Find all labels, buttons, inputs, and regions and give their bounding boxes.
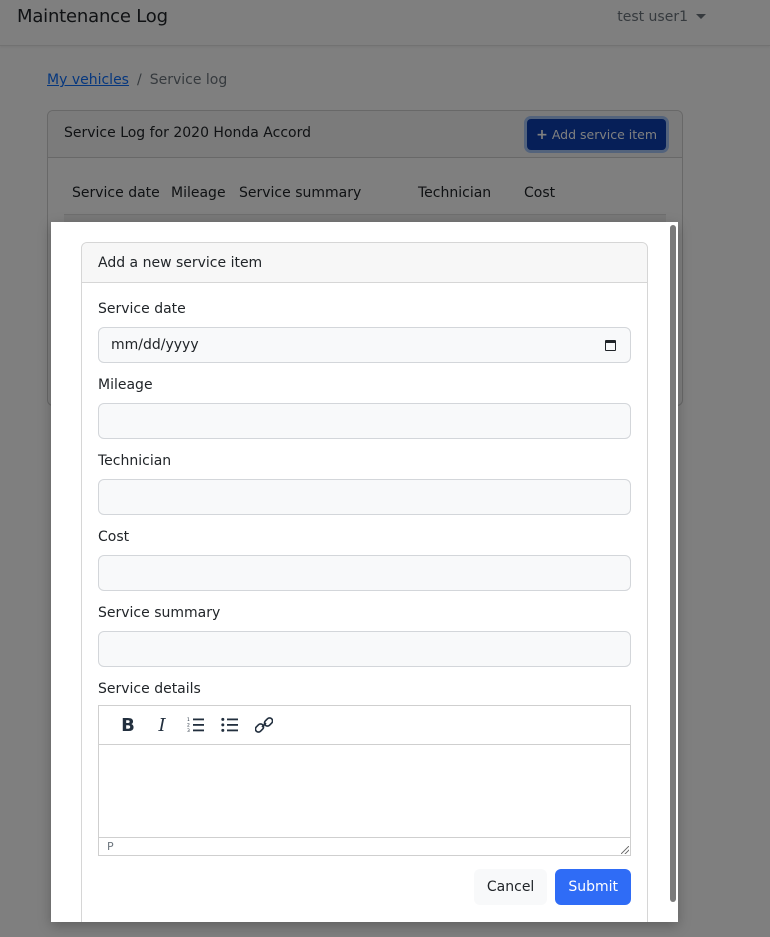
service-date-placeholder: mm/dd/yyyy: [111, 337, 199, 353]
resize-handle-icon[interactable]: [621, 846, 629, 854]
bold-icon: B: [121, 714, 135, 736]
cost-input[interactable]: [98, 555, 631, 591]
technician-label: Technician: [98, 453, 172, 469]
italic-button[interactable]: I: [145, 710, 179, 740]
mileage-input[interactable]: [98, 403, 631, 439]
add-service-item-form: Add a new service item Service date mm/d…: [81, 242, 648, 922]
link-button[interactable]: [247, 710, 281, 740]
cost-label: Cost: [98, 529, 130, 545]
service-summary-input[interactable]: [98, 631, 631, 667]
service-date-label: Service date: [98, 301, 186, 317]
form-actions: Cancel Submit: [473, 869, 631, 905]
service-details-editor: B I 1 2 3 P: [98, 705, 631, 856]
unordered-list-button[interactable]: [213, 710, 247, 740]
bold-button[interactable]: B: [111, 710, 145, 740]
italic-icon: I: [158, 714, 166, 736]
calendar-icon[interactable]: [605, 339, 616, 351]
cost-field: Cost: [98, 529, 631, 591]
technician-field: Technician: [98, 453, 631, 515]
add-service-item-modal: Add a new service item Service date mm/d…: [51, 222, 678, 922]
service-summary-label: Service summary: [98, 605, 221, 621]
editor-statusbar: P: [99, 837, 630, 855]
service-date-field: Service date mm/dd/yyyy: [98, 301, 631, 363]
service-details-label: Service details: [98, 681, 201, 697]
unordered-list-icon: [221, 717, 238, 732]
form-title: Add a new service item: [82, 243, 647, 283]
submit-button[interactable]: Submit: [555, 869, 631, 905]
svg-text:1: 1: [187, 717, 190, 723]
editor-toolbar: B I 1 2 3: [99, 706, 630, 745]
svg-text:2: 2: [187, 723, 190, 729]
service-summary-field: Service summary: [98, 605, 631, 667]
technician-input[interactable]: [98, 479, 631, 515]
modal-scrollbar[interactable]: [670, 225, 676, 902]
service-date-input[interactable]: mm/dd/yyyy: [98, 327, 631, 363]
ordered-list-icon: 1 2 3: [187, 717, 204, 733]
element-path[interactable]: P: [107, 840, 114, 853]
svg-text:3: 3: [187, 728, 190, 733]
service-details-field: Service details B I 1 2 3 P: [98, 681, 631, 856]
mileage-label: Mileage: [98, 377, 153, 393]
service-details-textarea[interactable]: [99, 745, 630, 837]
link-icon: [255, 717, 273, 733]
ordered-list-button[interactable]: 1 2 3: [179, 710, 213, 740]
mileage-field: Mileage: [98, 377, 631, 439]
cancel-button[interactable]: Cancel: [473, 869, 548, 905]
